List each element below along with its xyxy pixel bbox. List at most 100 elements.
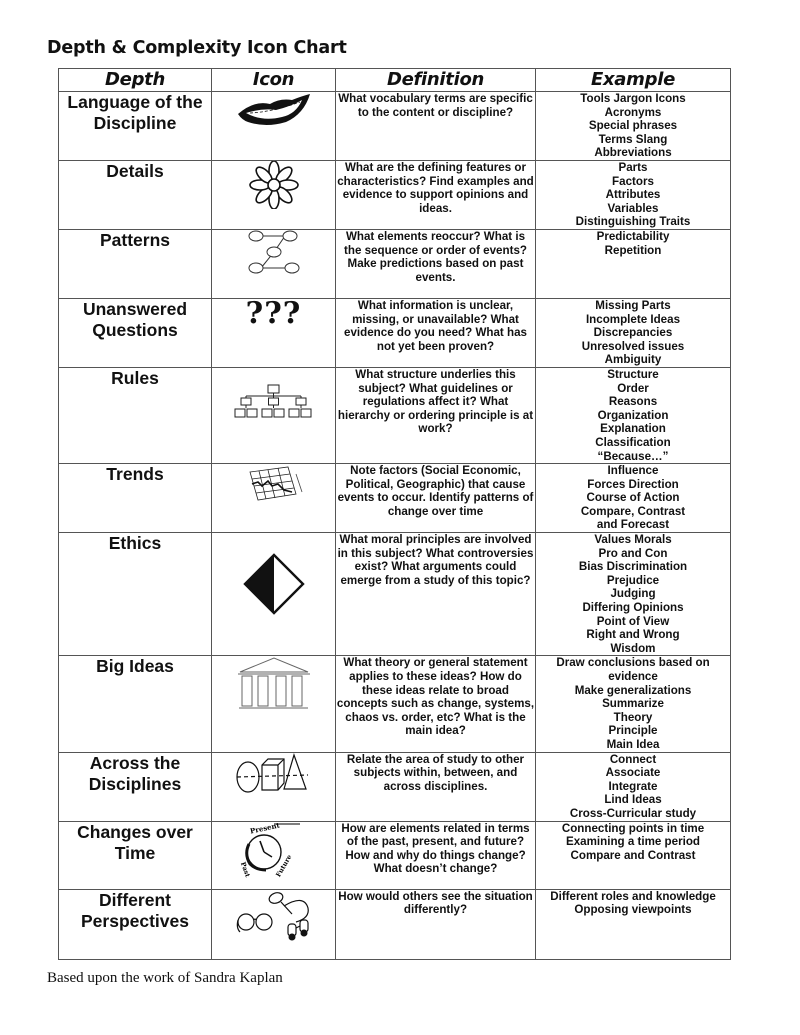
definition-cell: Relate the area of study to other subjec…: [335, 751, 536, 822]
example-item: and Forecast: [596, 518, 670, 532]
example-item: Differing Opinions: [582, 601, 684, 615]
example-item: Draw conclusions based on: [556, 656, 710, 670]
definition-cell: Note factors (Social Economic, Political…: [335, 463, 536, 534]
example-item: Opposing viewpoints: [574, 903, 692, 917]
icon-cell: [211, 366, 336, 465]
depth-cell: Ethics: [58, 532, 212, 657]
hierarchy-chart-icon: [212, 384, 335, 420]
depth-cell: Changes over Time: [58, 820, 212, 890]
example-cell: Values Morals Pro and Con Bias Discriminat…: [535, 532, 731, 657]
example-item: Judging: [610, 587, 656, 601]
depth-cell: Trends: [58, 463, 212, 534]
connected-circles-icon: [212, 230, 335, 278]
example-item: Theory: [613, 710, 653, 724]
example-item: Make generalizations: [574, 683, 692, 697]
flower-icon: [212, 160, 335, 209]
example-item: Different roles and knowledge: [550, 889, 716, 903]
example-cell: Structure Order Reasons Organization Explana…: [535, 366, 731, 465]
example-item: Point of View: [596, 614, 670, 628]
example-item: Course of Action: [586, 491, 680, 505]
table-row: Changes over Time Present Past Future Ho…: [58, 820, 731, 890]
depth-cell: Language of the Discipline: [58, 91, 212, 161]
definition-cell: How would others see the situation diffe…: [335, 888, 536, 960]
example-item: Parts: [618, 160, 648, 174]
table-row: Big Ideas What theory or general stateme…: [58, 655, 731, 753]
icon-cell: ???: [211, 295, 336, 368]
example-item: Factors: [612, 174, 654, 188]
example-item: Classification: [595, 435, 671, 449]
example-item: Wisdom: [610, 641, 656, 655]
question-marks-icon: ???: [245, 295, 302, 331]
table-row: Patterns What elements reoccur? What is: [58, 228, 731, 299]
example-item: Associate: [605, 766, 661, 780]
example-cell: Tools Jargon Icons Acronyms Special phrase…: [535, 91, 731, 161]
table-row: Ethics What moral principles are involve…: [58, 532, 731, 657]
definition-cell: What vocabulary terms are specific to th…: [335, 91, 536, 161]
example-item: Structure: [607, 367, 659, 381]
example-item: Examining a time period: [565, 835, 700, 849]
example-item: Incomplete Ideas: [585, 312, 681, 326]
example-item: Connecting points in time: [561, 821, 705, 835]
depth-cell: Patterns: [58, 228, 212, 299]
example-item: Organization: [597, 408, 669, 422]
depth-cell: Unanswered Questions: [58, 297, 212, 368]
example-item: Abbreviations: [594, 146, 672, 160]
example-item: Variables: [607, 201, 659, 215]
example-cell: Different roles and knowledge Opposing vi…: [535, 888, 731, 960]
page-title: Depth & Complexity Icon Chart: [47, 38, 347, 58]
example-item: Forces Direction: [587, 477, 679, 491]
table-row: Trends Note factors (Social Economic, Po…: [58, 463, 731, 534]
icon-cell: [211, 159, 336, 230]
example-item: Compare and Contrast: [570, 848, 696, 862]
example-item: Cross-Curricular study: [569, 806, 697, 820]
definition-cell: What are the defining features or charac…: [335, 159, 536, 230]
example-item: Pro and Con: [598, 546, 668, 560]
icon-cell: [211, 91, 336, 161]
depth-cell: Rules: [58, 366, 212, 465]
definition-cell: What theory or general statement applies…: [335, 655, 536, 753]
example-item: Right and Wrong: [586, 628, 680, 642]
example-item: Predictability: [596, 229, 670, 243]
glasses-binoculars-icon: [212, 890, 335, 944]
attribution-footer: Based upon the work of Sandra Kaplan: [47, 970, 283, 986]
header-definition: Definition: [335, 68, 536, 92]
example-cell: Draw conclusions based on evidence Make ge…: [535, 655, 731, 753]
example-item: Terms Slang: [598, 132, 668, 146]
definition-cell: What moral principles are involved in th…: [335, 532, 536, 657]
depth-cell: Different Perspectives: [58, 888, 212, 960]
shapes-icon: [212, 752, 335, 795]
table-row: Details What are the defining features o…: [58, 159, 731, 230]
half-diamond-icon: [212, 553, 335, 615]
example-item: Influence: [607, 464, 659, 478]
example-item: Discrepancies: [593, 326, 673, 340]
example-item: “Because…”: [597, 449, 669, 463]
example-item: Lind Ideas: [604, 793, 662, 807]
depth-cell: Big Ideas: [58, 655, 212, 753]
example-item: Distinguishing Traits: [575, 215, 691, 229]
table-row: Unanswered Questions ??? What informatio…: [58, 295, 731, 368]
icon-cell: [211, 888, 336, 960]
example-item: Tools Jargon Icons: [580, 92, 686, 105]
example-item: Integrate: [608, 779, 658, 793]
header-depth: Depth: [58, 68, 212, 92]
icon-cell: [211, 463, 336, 534]
header-row: Depth Icon Definition Example: [58, 68, 731, 92]
header-icon: Icon: [211, 68, 336, 92]
icon-cell: Present Past Future: [211, 820, 336, 890]
icon-cell: [211, 655, 336, 753]
depth-cell: Across the Disciplines: [58, 751, 212, 822]
example-item: Main Idea: [606, 738, 660, 751]
table-row: Across the Disciplines Relate the area o…: [58, 751, 731, 822]
example-item: Ambiguity: [604, 353, 662, 367]
example-item: Explanation: [600, 422, 666, 436]
example-item: Special phrases: [588, 119, 678, 133]
example-item: Missing Parts: [595, 298, 671, 312]
example-item: Bias Discrimination: [578, 560, 688, 574]
example-item: Unresolved issues: [581, 339, 685, 353]
example-item: Compare, Contrast: [580, 504, 686, 518]
example-item: Principle: [608, 724, 658, 738]
example-item: Reasons: [608, 395, 658, 409]
example-item: Summarize: [602, 697, 664, 711]
example-item: Connect: [609, 752, 657, 766]
depth-complexity-table: Depth Icon Definition Example Language o…: [58, 68, 731, 960]
